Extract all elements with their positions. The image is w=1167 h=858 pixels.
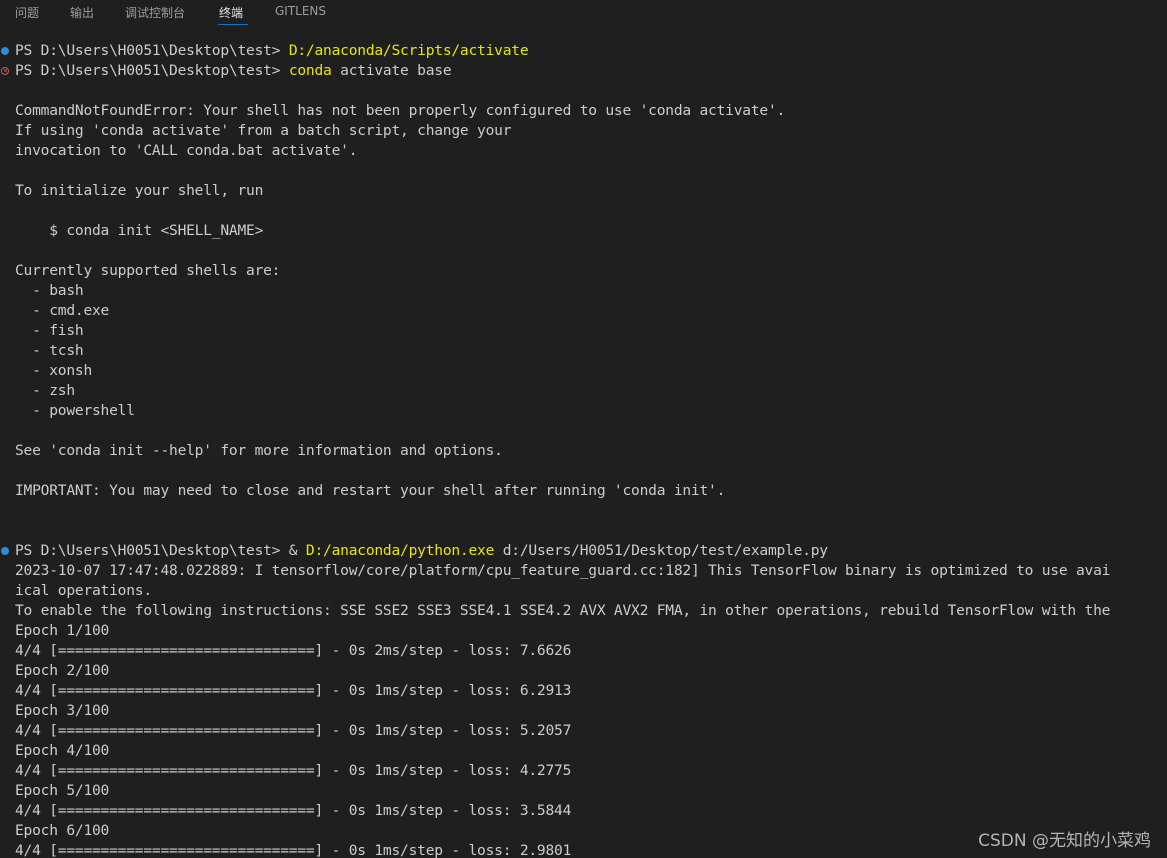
terminal-line: 4/4 [==============================] - 0… [0, 681, 1167, 701]
terminal-line: 2023-10-07 17:47:48.022889: I tensorflow… [0, 561, 1167, 581]
terminal-text-segment: PS D:\Users\H0051\Desktop\test> [15, 42, 289, 59]
terminal-text-segment: activate base [331, 62, 452, 79]
terminal-text-segment: 4/4 [==============================] - 0… [15, 802, 572, 819]
terminal-text-segment: 4/4 [==============================] - 0… [15, 762, 572, 779]
terminal-text-segment: ical operations. [15, 582, 152, 599]
command-success-decoration-icon[interactable] [1, 47, 9, 55]
terminal-line: 4/4 [==============================] - 0… [0, 641, 1167, 661]
terminal-line: - zsh [0, 381, 1167, 401]
terminal-line: - fish [0, 321, 1167, 341]
tab-output[interactable]: 输出 [70, 4, 94, 21]
terminal-text-segment: - bash [15, 282, 84, 299]
terminal-text-segment: If using 'conda activate' from a batch s… [15, 122, 512, 139]
tab-problems[interactable]: 问题 [15, 4, 39, 21]
tab-debug-console[interactable]: 调试控制台 [125, 4, 185, 21]
terminal-line: PS D:\Users\H0051\Desktop\test> D:/anaco… [0, 41, 1167, 61]
terminal-line: - powershell [0, 401, 1167, 421]
terminal-text-segment: D:/anaconda/python.exe [305, 542, 495, 559]
terminal-text-segment: Epoch 4/100 [15, 742, 110, 759]
terminal-output[interactable]: PS D:\Users\H0051\Desktop\test> D:/anaco… [0, 41, 1167, 858]
terminal-text-segment: 4/4 [==============================] - 0… [15, 682, 572, 699]
terminal-text-segment: 4/4 [==============================] - 0… [15, 642, 572, 659]
terminal-text-segment: - cmd.exe [15, 302, 110, 319]
terminal-line: If using 'conda activate' from a batch s… [0, 121, 1167, 141]
terminal-line: Epoch 3/100 [0, 701, 1167, 721]
terminal-line: 4/4 [==============================] - 0… [0, 721, 1167, 741]
terminal-text-segment: invocation to 'CALL conda.bat activate'. [15, 142, 358, 159]
terminal-text-segment: See 'conda init --help' for more informa… [15, 442, 503, 459]
terminal-text-segment: $ conda init <SHELL_NAME> [15, 222, 264, 239]
terminal-text-segment: PS D:\Users\H0051\Desktop\test> & [15, 542, 306, 559]
terminal-line: Currently supported shells are: [0, 261, 1167, 281]
terminal-text-segment: 4/4 [==============================] - 0… [15, 722, 572, 739]
command-success-decoration-icon[interactable] [1, 547, 9, 555]
terminal-line: IMPORTANT: You may need to close and res… [0, 481, 1167, 501]
terminal-line: PS D:\Users\H0051\Desktop\test> & D:/ana… [0, 541, 1167, 561]
terminal-text-segment: - xonsh [15, 362, 93, 379]
terminal-line: Epoch 5/100 [0, 781, 1167, 801]
terminal-text-segment: Epoch 5/100 [15, 782, 110, 799]
terminal-text-segment: 2023-10-07 17:47:48.022889: I tensorflow… [15, 562, 1111, 579]
terminal-line: See 'conda init --help' for more informa… [0, 441, 1167, 461]
terminal-text-segment: IMPORTANT: You may need to close and res… [15, 482, 726, 499]
terminal-line: - cmd.exe [0, 301, 1167, 321]
terminal-text-segment: PS D:\Users\H0051\Desktop\test> [15, 62, 289, 79]
terminal-text-segment: To enable the following instructions: SS… [15, 602, 1111, 619]
terminal-line: 4/4 [==============================] - 0… [0, 761, 1167, 781]
terminal-line: - xonsh [0, 361, 1167, 381]
terminal-text-segment: conda [288, 62, 332, 79]
terminal-text-segment: Currently supported shells are: [15, 262, 281, 279]
panel-tab-bar: 问题 输出 调试控制台 终端 GITLENS [0, 0, 1167, 28]
terminal-line: Epoch 2/100 [0, 661, 1167, 681]
tab-gitlens[interactable]: GITLENS [275, 4, 326, 18]
tab-terminal[interactable]: 终端 [219, 4, 243, 21]
active-tab-indicator [218, 24, 248, 25]
terminal-line: - bash [0, 281, 1167, 301]
terminal-text-segment: Epoch 6/100 [15, 822, 110, 839]
terminal-text-segment: - zsh [15, 382, 75, 399]
terminal-line: PS D:\Users\H0051\Desktop\test> conda ac… [0, 61, 1167, 81]
terminal-line: ical operations. [0, 581, 1167, 601]
terminal-line: 4/4 [==============================] - 0… [0, 801, 1167, 821]
terminal-text-segment: To initialize your shell, run [15, 182, 264, 199]
terminal-line: To initialize your shell, run [0, 181, 1167, 201]
terminal-text-segment: Epoch 2/100 [15, 662, 110, 679]
terminal-text-segment: Epoch 1/100 [15, 622, 110, 639]
terminal-line: $ conda init <SHELL_NAME> [0, 221, 1167, 241]
terminal-line: invocation to 'CALL conda.bat activate'. [0, 141, 1167, 161]
terminal-line: - tcsh [0, 341, 1167, 361]
csdn-watermark: CSDN @无知的小菜鸡 [978, 831, 1151, 851]
command-error-decoration-icon[interactable] [1, 67, 9, 75]
terminal-text-segment: Epoch 3/100 [15, 702, 110, 719]
terminal-line: Epoch 4/100 [0, 741, 1167, 761]
terminal-line: To enable the following instructions: SS… [0, 601, 1167, 621]
terminal-text-segment: 4/4 [==============================] - 0… [15, 842, 572, 858]
terminal-text-segment: CommandNotFoundError: Your shell has not… [15, 102, 786, 119]
terminal-text-segment: - powershell [15, 402, 135, 419]
terminal-text-segment: - fish [15, 322, 84, 339]
terminal-text-segment: - tcsh [15, 342, 84, 359]
terminal-line: Epoch 1/100 [0, 621, 1167, 641]
terminal-text-segment: d:/Users/H0051/Desktop/test/example.py [494, 542, 828, 559]
terminal-line: CommandNotFoundError: Your shell has not… [0, 101, 1167, 121]
terminal-text-segment: D:/anaconda/Scripts/activate [288, 42, 529, 59]
